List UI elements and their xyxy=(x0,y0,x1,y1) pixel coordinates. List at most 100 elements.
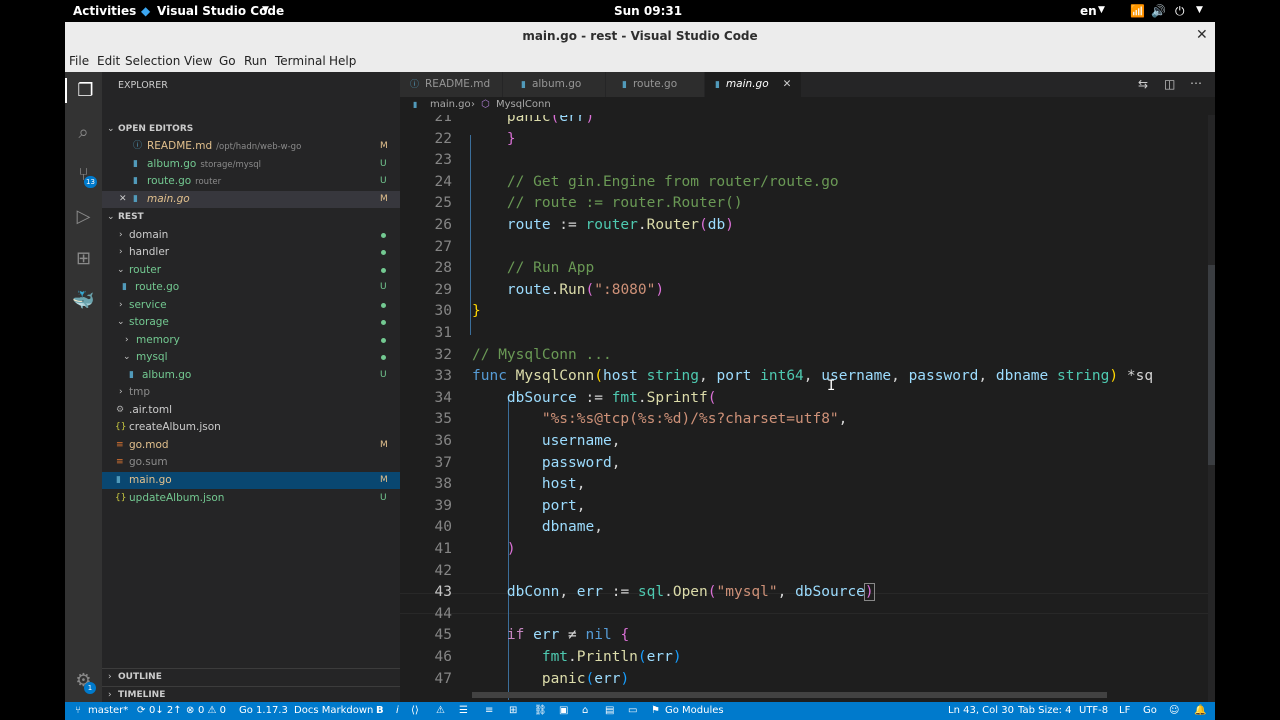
tree-folder[interactable]: › domain xyxy=(102,227,400,244)
breadcrumb-symbol[interactable]: MysqlConn xyxy=(496,99,551,110)
tree-folder[interactable]: ⌄ mysql xyxy=(102,349,400,366)
italic-icon[interactable]: i xyxy=(396,705,399,716)
menu-help[interactable]: Help xyxy=(329,54,356,68)
image-icon[interactable]: ▣ xyxy=(559,705,568,716)
code-line[interactable]: // MysqlConn ... xyxy=(472,347,612,363)
code-icon[interactable]: ⟨⟩ xyxy=(411,705,419,716)
language-indicator[interactable]: en xyxy=(1080,4,1097,18)
list-icon[interactable]: ☰ xyxy=(459,705,468,716)
note-icon[interactable]: ▤ xyxy=(605,705,614,716)
code-line[interactable]: route.Run(":8080") xyxy=(472,282,664,298)
docker-icon[interactable]: 🐳 xyxy=(71,288,96,313)
menu-view[interactable]: View xyxy=(184,54,212,68)
go-version[interactable]: Go 1.17.3 xyxy=(239,705,288,716)
problems-count[interactable]: 0 ⚠ 0 xyxy=(198,705,226,716)
code-line[interactable]: func MysqlConn(host string, port int64, … xyxy=(472,368,1153,384)
code-editor[interactable]: 21 panic(err) 22 } 23 24 // Get gin.Engine … xyxy=(400,115,1215,702)
code-line[interactable]: "%s:%s@tcp(%s:%d)/%s?charset=utf8", xyxy=(472,411,848,427)
end-of-line[interactable]: LF xyxy=(1119,705,1130,716)
run-debug-icon[interactable]: ▷ xyxy=(71,204,96,229)
bold-icon[interactable]: B xyxy=(376,705,384,716)
code-line[interactable]: port, xyxy=(472,498,586,514)
extensions-icon[interactable]: ⊞ xyxy=(71,246,96,271)
home-icon[interactable]: ⌂ xyxy=(582,705,588,716)
notifications-icon[interactable]: 🔔 xyxy=(1194,705,1206,716)
code-line[interactable]: panic(err) xyxy=(472,115,594,125)
tree-file-selected[interactable]: ▮ main.go M xyxy=(102,472,400,489)
code-line[interactable]: // Get gin.Engine from router/route.go xyxy=(472,174,839,190)
tree-folder[interactable]: ⌄ storage xyxy=(102,314,400,331)
activities-button[interactable]: Activities xyxy=(73,4,136,18)
explorer-icon[interactable]: ❐ xyxy=(65,78,104,103)
tree-file[interactable]: ≡ go.mod M xyxy=(102,437,400,454)
horizontal-scrollbar-thumb[interactable] xyxy=(472,692,1107,698)
menu-run[interactable]: Run xyxy=(244,54,267,68)
git-sync[interactable]: 0↓ 2↑ xyxy=(149,705,182,716)
code-line[interactable]: password, xyxy=(472,455,621,471)
close-window-icon[interactable]: ✕ xyxy=(1196,27,1208,43)
open-editor-item[interactable]: ⓘ README.md/opt/hadn/web-w-go M xyxy=(102,138,400,155)
open-editors-header[interactable]: ⌄ OPEN EDITORS xyxy=(102,121,400,138)
code-line[interactable]: route := router.Router(db) xyxy=(472,217,734,233)
tree-folder[interactable]: › service xyxy=(102,297,400,314)
wifi-icon[interactable]: 📶 xyxy=(1130,4,1145,18)
feedback-icon[interactable]: ☺ xyxy=(1169,705,1179,716)
project-header[interactable]: ⌄ REST xyxy=(102,209,400,226)
open-editor-item[interactable]: ▮ route.go router U xyxy=(102,173,400,190)
editor-scrollbar-thumb[interactable] xyxy=(1208,265,1215,465)
close-icon[interactable]: ✕ xyxy=(783,78,792,90)
tag-icon[interactable]: ⚑ xyxy=(651,705,660,716)
encoding[interactable]: UTF-8 xyxy=(1079,705,1108,716)
tree-file[interactable]: ≡ go.sum xyxy=(102,454,400,471)
power-icon[interactable]: ⏻ xyxy=(1175,4,1185,19)
outline-header[interactable]: › OUTLINE xyxy=(102,668,400,686)
code-line[interactable]: dbConn, err := sql.Open("mysql", dbSourc… xyxy=(472,583,875,602)
window-icon[interactable]: ▭ xyxy=(628,705,637,716)
close-icon[interactable]: ✕ xyxy=(119,191,127,208)
tab-main[interactable]: ▮ main.go ✕ xyxy=(705,72,801,97)
tree-folder[interactable]: ⌄ router xyxy=(102,262,400,279)
tab-route[interactable]: ▮ route.go xyxy=(606,72,704,97)
code-line[interactable]: } xyxy=(472,303,481,319)
menu-selection[interactable]: Selection xyxy=(125,54,180,68)
menu-file[interactable]: File xyxy=(69,54,89,68)
code-line[interactable]: // route := router.Router() xyxy=(472,195,743,211)
menu-terminal[interactable]: Terminal xyxy=(275,54,326,68)
tab-album[interactable]: ▮ album.go xyxy=(503,72,605,97)
code-line[interactable]: host, xyxy=(472,476,586,492)
volume-icon[interactable]: 🔊 xyxy=(1151,4,1166,18)
language-mode[interactable]: Go xyxy=(1143,705,1157,716)
code-line[interactable]: username, xyxy=(472,433,621,449)
tree-folder[interactable]: › memory xyxy=(102,332,400,349)
clock[interactable]: Sun 09:31 xyxy=(614,4,682,18)
tree-file[interactable]: {} createAlbum.json xyxy=(102,419,400,436)
tree-folder[interactable]: › tmp xyxy=(102,384,400,401)
tree-file[interactable]: ▮ album.go U xyxy=(102,367,400,384)
search-icon[interactable]: ⌕ xyxy=(71,120,96,145)
go-modules[interactable]: Go Modules xyxy=(665,705,724,716)
cursor-position[interactable]: Ln 43, Col 30 xyxy=(948,705,1014,716)
split-editor-icon[interactable]: ◫ xyxy=(1164,77,1175,91)
code-line[interactable]: ) xyxy=(472,541,516,557)
code-line[interactable]: } xyxy=(472,131,516,147)
compare-changes-icon[interactable]: ⇆ xyxy=(1138,77,1148,91)
more-actions-icon[interactable]: ⋯ xyxy=(1190,76,1202,90)
tree-file[interactable]: ▮ route.go U xyxy=(102,279,400,296)
alert-icon[interactable]: ⚠ xyxy=(436,705,445,716)
tree-file[interactable]: ⚙ .air.toml xyxy=(102,402,400,419)
numbered-list-icon[interactable]: ≡ xyxy=(485,705,493,716)
docs-markdown[interactable]: Docs Markdown xyxy=(294,705,373,716)
code-line[interactable]: fmt.Println(err) xyxy=(472,649,682,665)
tab-readme[interactable]: ⓘ README.md xyxy=(400,72,502,97)
menu-edit[interactable]: Edit xyxy=(97,54,120,68)
breadcrumb-file[interactable]: main.go xyxy=(430,99,471,110)
code-line[interactable]: // Run App xyxy=(472,260,594,276)
code-line[interactable]: dbSource := fmt.Sprintf( xyxy=(472,390,717,406)
open-editor-item[interactable]: ▮ album.go storage/mysql U xyxy=(102,156,400,173)
table-icon[interactable]: ⊞ xyxy=(509,705,517,716)
git-branch[interactable]: master* xyxy=(88,705,128,716)
code-line[interactable]: if err ≠ nil { xyxy=(472,627,629,643)
menu-go[interactable]: Go xyxy=(219,54,236,68)
code-line[interactable]: dbname, xyxy=(472,519,603,535)
code-line[interactable]: panic(err) xyxy=(472,671,629,687)
